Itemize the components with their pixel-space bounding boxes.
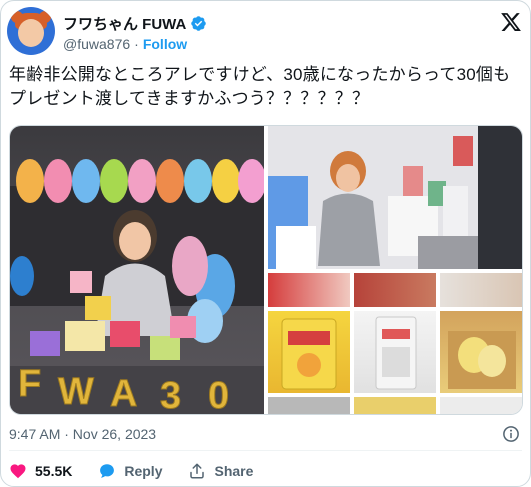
gift-thumbnail-5[interactable] xyxy=(354,311,436,393)
svg-text:A: A xyxy=(110,373,137,415)
package-illustration xyxy=(375,316,417,390)
svg-text:W: W xyxy=(58,371,94,413)
share-label: Share xyxy=(214,463,254,479)
box-illustration xyxy=(448,331,516,389)
like-count: 55.5K xyxy=(35,463,73,479)
gift-thumbnail-1[interactable] xyxy=(268,273,350,307)
reply-button[interactable]: Reply xyxy=(98,462,162,480)
like-button[interactable]: 55.5K xyxy=(9,462,72,480)
snack-bag-illustration xyxy=(281,318,337,390)
tweet-text: 年齢非公開なところアレですけど、30歳になったからって30個もプレゼント渡してき… xyxy=(9,65,511,108)
author-display-name[interactable]: フワちゃん FUWA xyxy=(63,13,186,34)
gift-thumbnail-8[interactable] xyxy=(354,397,436,414)
reply-label: Reply xyxy=(124,463,163,479)
media-grid: F W A 3 0 xyxy=(9,125,523,415)
gift-thumbnail-2[interactable] xyxy=(354,273,436,307)
svg-text:3: 3 xyxy=(160,375,181,415)
airplane-seat-photo[interactable] xyxy=(268,126,522,269)
author-handle[interactable]: @fuwa876 xyxy=(63,36,130,52)
gift-thumbnail-6[interactable] xyxy=(440,311,522,393)
svg-text:0: 0 xyxy=(208,375,229,415)
birthday-photo[interactable]: F W A 3 0 xyxy=(10,126,264,415)
airplane-seat-illustration xyxy=(268,126,522,269)
verified-badge-icon xyxy=(191,15,207,31)
birthday-photo-illustration: F W A 3 0 xyxy=(10,159,264,415)
share-icon xyxy=(190,463,205,479)
share-button[interactable]: Share xyxy=(188,462,253,480)
tweet-header: フワちゃん FUWA @fuwa876 · Follow xyxy=(7,7,526,57)
follow-button[interactable]: Follow xyxy=(143,36,187,52)
gift-thumbnail-3[interactable] xyxy=(440,273,522,307)
avatar[interactable] xyxy=(7,7,55,55)
tweet-timestamp[interactable]: 9:47 AM · Nov 26, 2023 xyxy=(9,426,156,442)
gift-thumbnail-7[interactable] xyxy=(268,397,350,414)
tweet-card: フワちゃん FUWA @fuwa876 · Follow 年齢非公開なところアレ… xyxy=(0,0,531,487)
author-info: フワちゃん FUWA @fuwa876 · Follow xyxy=(63,13,207,54)
divider xyxy=(9,450,522,451)
gift-thumbnail-4[interactable] xyxy=(268,311,350,393)
x-logo-icon[interactable] xyxy=(500,11,522,33)
separator-dot: · xyxy=(134,36,139,52)
gift-thumbnail-9[interactable] xyxy=(440,397,522,414)
heart-icon xyxy=(10,464,26,479)
svg-text:F: F xyxy=(18,363,41,405)
info-icon[interactable] xyxy=(502,425,520,443)
reply-bubble-icon xyxy=(100,464,115,478)
action-bar: 55.5K Reply Share xyxy=(9,459,253,483)
